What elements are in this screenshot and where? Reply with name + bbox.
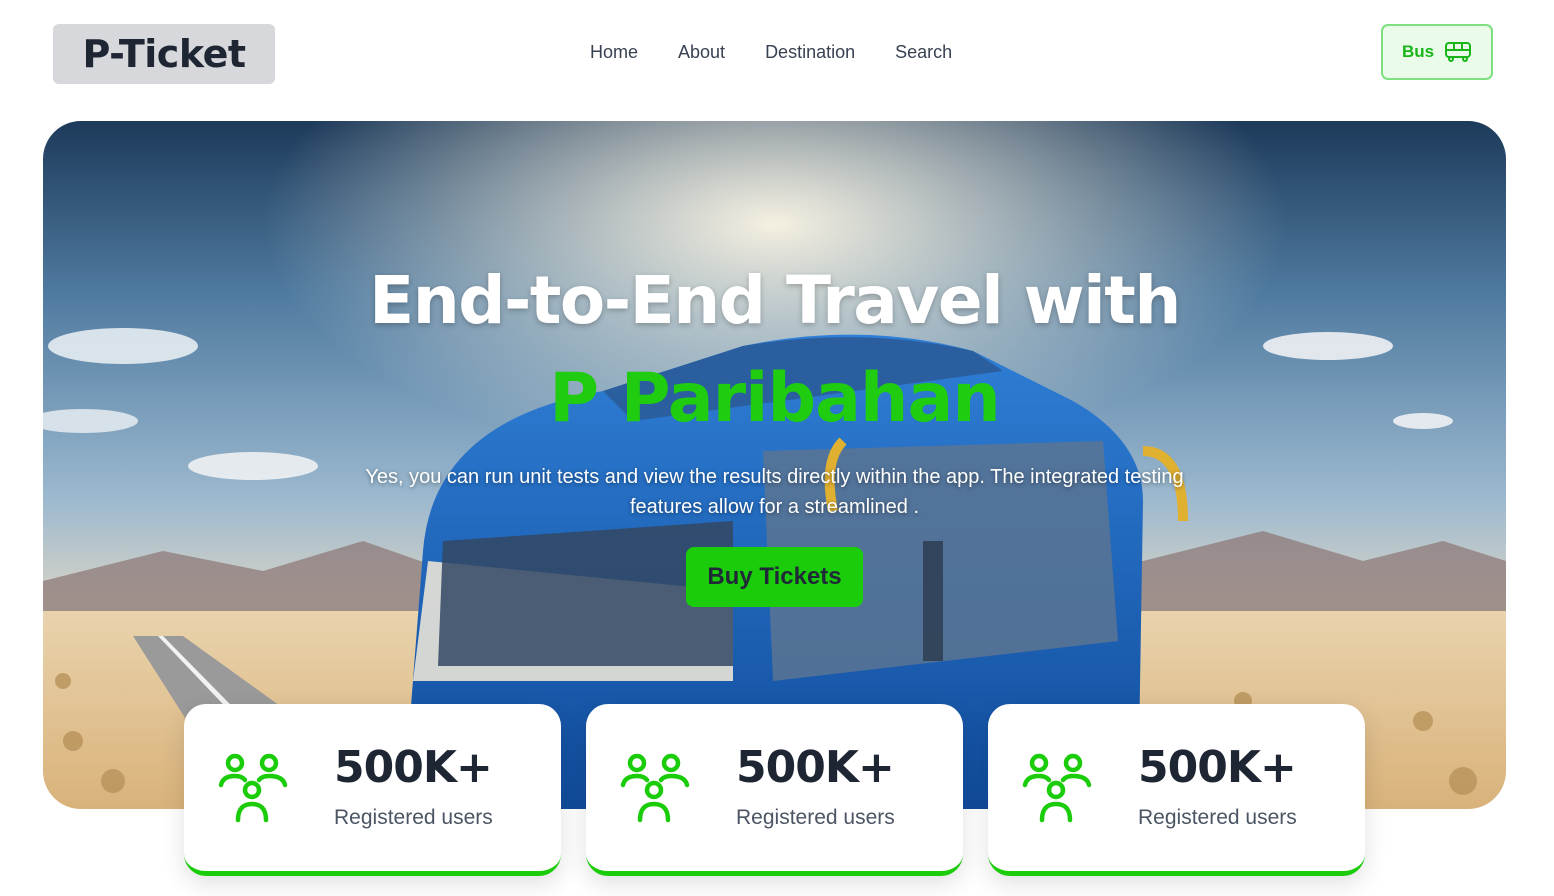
stat-label: Registered users [736,806,895,829]
bus-icon [1445,42,1472,62]
stat-value: 500K+ [736,742,895,793]
hero-accent-title: P Paribahan [549,359,1001,438]
nav-item-about[interactable]: About [678,40,725,64]
hero-title: End-to-End Travel with [369,262,1181,339]
stat-label: Registered users [334,806,493,829]
nav-item-search[interactable]: Search [895,40,952,64]
stat-label: Registered users [1138,806,1297,829]
stat-card: 500K+ Registered users [586,704,963,876]
stat-value: 500K+ [1138,742,1297,793]
main-nav: Home About Destination Search [590,40,952,64]
users-icon [218,753,288,823]
nav-item-home[interactable]: Home [590,40,638,64]
nav-item-destination[interactable]: Destination [765,40,855,64]
stat-card: 500K+ Registered users [988,704,1365,876]
bus-button-label: Bus [1401,42,1435,61]
users-icon [1022,753,1092,823]
page: P-Ticket Home About Destination Search B… [0,0,1554,896]
hero-description: Yes, you can run unit tests and view the… [365,466,1184,518]
bus-button[interactable]: Bus [1381,24,1493,80]
users-icon [620,753,690,823]
stat-card: 500K+ Registered users [184,704,561,876]
stat-value: 500K+ [334,742,493,793]
site-header: P-Ticket Home About Destination Search B… [0,0,1554,110]
logo[interactable]: P-Ticket [53,24,275,84]
buy-tickets-button[interactable]: Buy Tickets [686,547,863,607]
